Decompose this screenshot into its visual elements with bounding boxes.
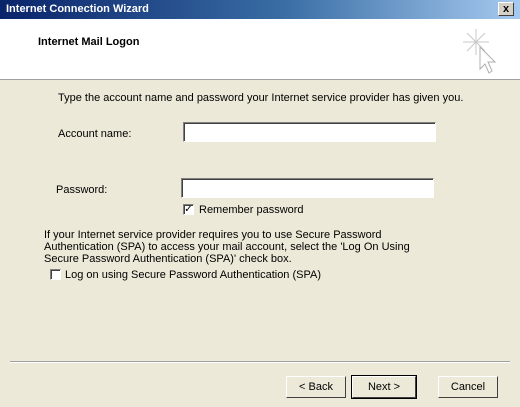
window-title: Internet Connection Wizard — [6, 3, 149, 15]
spa-description: If your Internet service provider requir… — [44, 229, 410, 265]
password-field[interactable] — [181, 178, 434, 198]
password-input[interactable] — [182, 179, 433, 197]
wizard-header: Internet Mail Logon — [0, 19, 520, 80]
button-separator — [10, 361, 510, 363]
close-button[interactable]: x — [498, 2, 514, 16]
cancel-button[interactable]: Cancel — [438, 376, 498, 398]
account-name-input[interactable] — [184, 123, 435, 141]
page-title: Internet Mail Logon — [38, 36, 140, 48]
remember-password-checkbox[interactable]: ✓ — [183, 204, 194, 215]
title-bar: Internet Connection Wizard x — [0, 0, 520, 19]
password-label: Password: — [56, 184, 108, 196]
spa-checkbox-label: Log on using Secure Password Authenticat… — [65, 269, 322, 281]
next-button[interactable]: Next > — [351, 375, 417, 399]
account-name-label: Account name: — [58, 128, 132, 140]
wizard-body: Type the account name and password your … — [0, 80, 520, 407]
remember-password-label: Remember password — [199, 204, 304, 216]
account-name-field[interactable] — [183, 122, 436, 142]
spa-checkbox[interactable] — [50, 269, 61, 280]
back-button[interactable]: < Back — [286, 376, 346, 398]
instruction-text: Type the account name and password your … — [58, 92, 464, 104]
wizard-sparkle-icon — [463, 29, 497, 74]
